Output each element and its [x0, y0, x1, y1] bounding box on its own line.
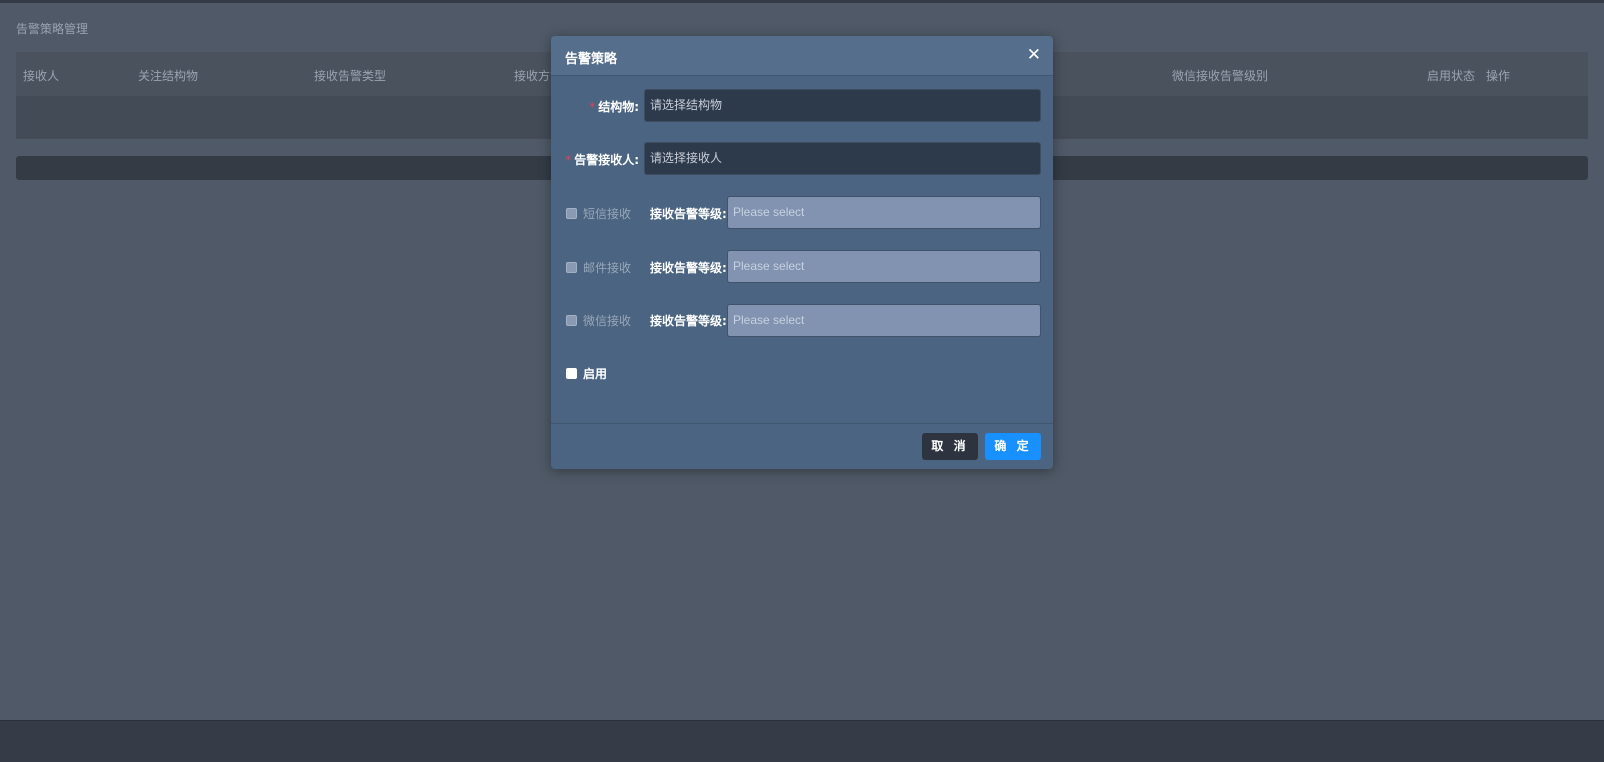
top-border — [0, 0, 1604, 3]
receiver-label: * 告警接收人: — [551, 151, 639, 168]
alarm-strategy-dialog: 告警策略 ✕ * 结构物: 请选择结构物 * 告警接收人: 请选择接收人 短信接收 … — [551, 36, 1053, 469]
cancel-button[interactable]: 取 消 — [922, 433, 978, 460]
close-icon[interactable]: ✕ — [1027, 45, 1041, 65]
enable-label: 启用 — [583, 367, 608, 381]
structure-label: * 结构物: — [551, 98, 639, 115]
column-actions: 操作 — [1486, 69, 1511, 83]
sms-label: 短信接收 — [583, 207, 632, 221]
column-alarm-type: 接收告警类型 — [314, 69, 387, 83]
email-level-select[interactable]: Please select — [727, 250, 1041, 283]
dialog-header: 告警策略 ✕ — [551, 36, 1053, 76]
email-label: 邮件接收 — [583, 261, 632, 275]
wechat-checkbox[interactable] — [566, 315, 577, 326]
sms-level-select[interactable]: Please select — [727, 196, 1041, 229]
column-receiver: 接收人 — [23, 69, 60, 83]
wechat-level-select[interactable]: Please select — [727, 304, 1041, 337]
wechat-level-label: 接收告警等级: — [650, 314, 727, 328]
email-level-label: 接收告警等级: — [650, 261, 727, 275]
column-wechat-level: 微信接收告警级别 — [1172, 69, 1269, 83]
dialog-footer: 取 消 确 定 — [551, 423, 1053, 469]
enable-checkbox[interactable] — [566, 368, 577, 379]
receiver-select[interactable]: 请选择接收人 — [644, 142, 1041, 175]
footer-bar — [0, 720, 1604, 762]
column-structure: 关注结构物 — [138, 69, 199, 83]
email-checkbox[interactable] — [566, 262, 577, 273]
wechat-label: 微信接收 — [583, 314, 632, 328]
receiver-label-text: 告警接收人: — [574, 153, 639, 167]
sms-level-label: 接收告警等级: — [650, 207, 727, 221]
column-enable-status: 启用状态 — [1427, 69, 1476, 83]
page-title: 告警策略管理 — [16, 22, 89, 36]
structure-label-text: 结构物: — [598, 100, 639, 114]
sms-checkbox[interactable] — [566, 208, 577, 219]
required-mark: * — [589, 100, 596, 114]
dialog-title: 告警策略 — [565, 52, 618, 67]
required-mark: * — [565, 153, 572, 167]
structure-select[interactable]: 请选择结构物 — [644, 89, 1041, 122]
confirm-button[interactable]: 确 定 — [985, 433, 1041, 460]
